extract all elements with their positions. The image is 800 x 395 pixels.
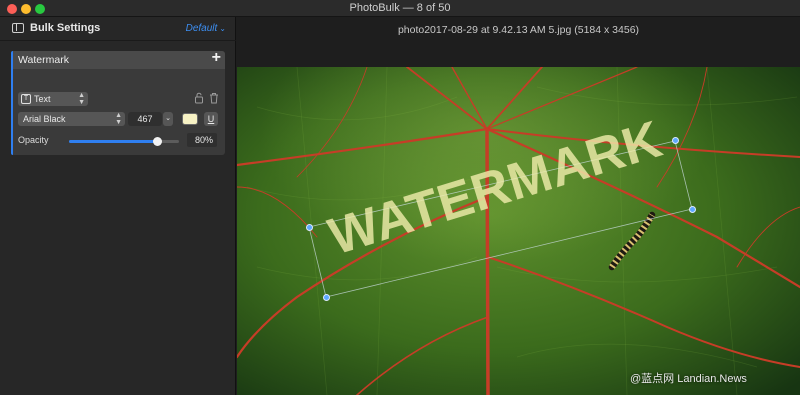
file-name-label: photo2017-08-29 at 9.42.13 AM 5.jpg (518… bbox=[397, 24, 640, 36]
lock-icon[interactable] bbox=[194, 92, 204, 104]
font-size-field[interactable]: 467 bbox=[128, 112, 162, 126]
underline-button[interactable]: U bbox=[204, 112, 218, 126]
font-select[interactable]: Arial Black ▲ ▼ bbox=[18, 112, 125, 126]
watermark-type-label: Text bbox=[34, 94, 51, 104]
chevron-down-icon: ⌄ bbox=[219, 24, 226, 33]
panel-header: Watermark + bbox=[13, 49, 225, 69]
sidebar-title: Bulk Settings bbox=[30, 22, 101, 34]
opacity-slider-fill bbox=[69, 140, 157, 143]
chevron-down-icon: ⌄ bbox=[165, 115, 171, 122]
opacity-slider-thumb[interactable] bbox=[153, 137, 162, 146]
font-size-dropdown[interactable]: ⌄ bbox=[163, 112, 173, 126]
site-credit: @蓝点网 Landian.News bbox=[630, 373, 747, 385]
resize-handle-bottom-left[interactable] bbox=[322, 293, 330, 301]
resize-handle-top-left[interactable] bbox=[305, 223, 313, 231]
text-color-swatch[interactable] bbox=[182, 113, 198, 125]
title-bar: PhotoBulk — 8 of 50 bbox=[0, 0, 800, 17]
sidebar-header: Bulk Settings Default ⌄ bbox=[0, 17, 236, 41]
preset-label: Default bbox=[185, 23, 218, 34]
image-info-bar: photo2017-08-29 at 9.42.13 AM 5.jpg (518… bbox=[237, 17, 800, 67]
opacity-value-field[interactable]: 80% bbox=[187, 133, 217, 147]
watermark-type-select[interactable]: T Text ▲ ▼ bbox=[18, 92, 88, 106]
preset-dropdown[interactable]: Default ⌄ bbox=[186, 23, 226, 34]
leaf-photo bbox=[237, 67, 800, 395]
sidebar: Bulk Settings Default ⌄ Watermark + T Tex… bbox=[0, 17, 236, 395]
resize-handle-top-right[interactable] bbox=[671, 136, 679, 144]
resize-handle-bottom-right[interactable] bbox=[688, 205, 696, 213]
opacity-label: Opacity bbox=[18, 135, 49, 145]
window-title: PhotoBulk — 8 of 50 bbox=[349, 2, 451, 14]
trash-icon[interactable] bbox=[209, 92, 219, 104]
panel-title: Watermark bbox=[18, 54, 69, 66]
font-label: Arial Black bbox=[23, 114, 66, 124]
updown-chevron-icon: ▲ ▼ bbox=[78, 92, 85, 106]
image-canvas[interactable] bbox=[237, 67, 800, 395]
watermark-panel: Watermark + T Text ▲ ▼ Arial Black ▲ ▼ 467… bbox=[11, 49, 225, 155]
text-type-icon: T bbox=[21, 94, 31, 104]
sidebar-toggle-icon[interactable] bbox=[12, 23, 24, 33]
updown-chevron-icon: ▲ ▼ bbox=[115, 112, 122, 126]
opacity-slider[interactable] bbox=[69, 137, 179, 146]
add-watermark-button[interactable]: + bbox=[212, 49, 221, 67]
